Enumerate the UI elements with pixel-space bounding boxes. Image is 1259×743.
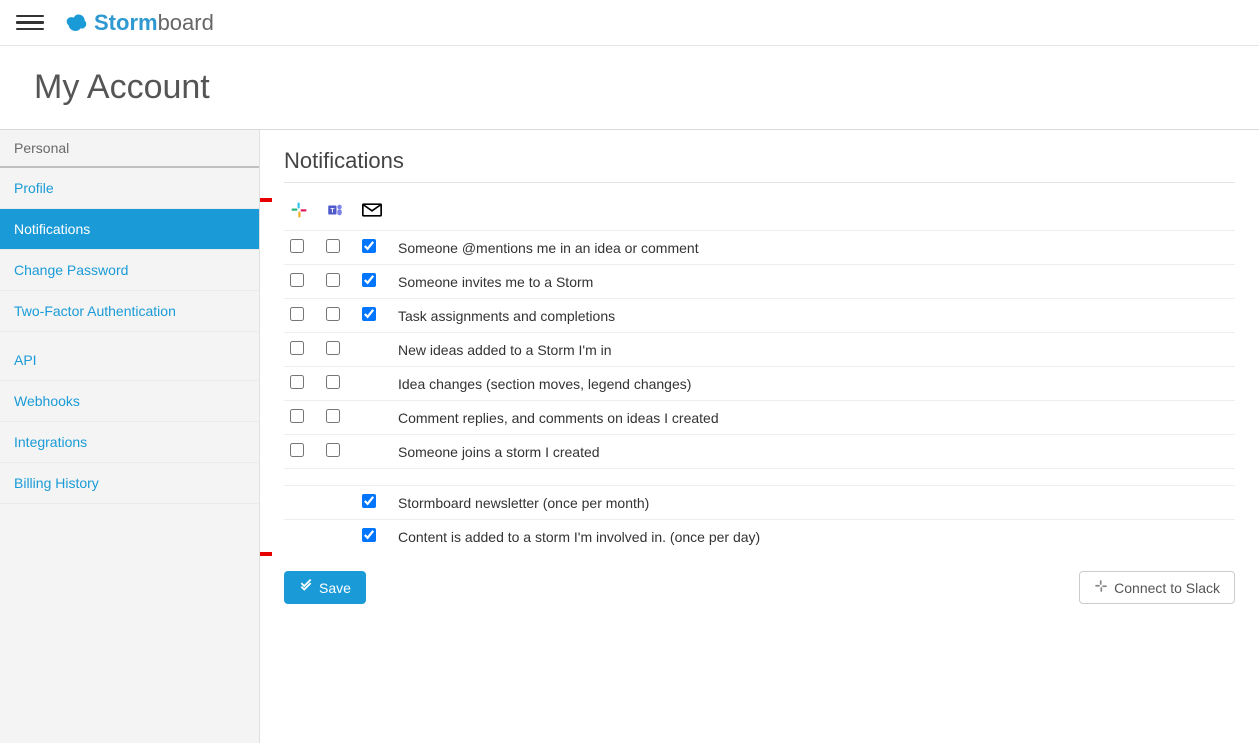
table-row: Someone @mentions me in an idea or comme… [284, 231, 1235, 265]
table-row: Someone joins a storm I created [284, 435, 1235, 469]
connect-slack-label: Connect to Slack [1114, 580, 1220, 596]
sidebar-item-api[interactable]: API [0, 340, 259, 381]
sidebar: Personal Profile Notifications Change Pa… [0, 130, 260, 743]
notification-label: Task assignments and completions [392, 299, 1235, 333]
table-row: Content is added to a storm I'm involved… [284, 520, 1235, 554]
topbar: Stormboard [0, 0, 1259, 46]
main-content: Notifications T [260, 130, 1259, 743]
checkbox-teams[interactable] [326, 341, 340, 355]
sidebar-item-change-password[interactable]: Change Password [0, 250, 259, 291]
checkbox-email[interactable] [362, 307, 376, 321]
checkbox-slack[interactable] [290, 307, 304, 321]
page-header: My Account [0, 46, 1259, 130]
email-icon [362, 203, 382, 220]
checkbox-slack[interactable] [290, 239, 304, 253]
notification-label: Someone joins a storm I created [392, 435, 1235, 469]
logo-mark-icon [62, 10, 88, 36]
brand-text-1: Storm [94, 10, 158, 35]
table-row: New ideas added to a Storm I'm in [284, 333, 1235, 367]
checkbox-teams[interactable] [326, 443, 340, 457]
checkbox-slack[interactable] [290, 341, 304, 355]
sidebar-section-label: Personal [0, 130, 259, 168]
save-button[interactable]: Save [284, 571, 366, 604]
table-row: Task assignments and completions [284, 299, 1235, 333]
slack-icon [290, 201, 308, 222]
table-spacer [284, 469, 1235, 486]
menu-icon[interactable] [16, 9, 44, 37]
brand-text-2: board [158, 10, 214, 35]
connect-slack-button[interactable]: Connect to Slack [1079, 571, 1235, 604]
checkbox-teams[interactable] [326, 375, 340, 389]
checkbox-slack[interactable] [290, 273, 304, 287]
checkbox-email[interactable] [362, 273, 376, 287]
checkbox-email[interactable] [362, 239, 376, 253]
save-button-label: Save [319, 580, 351, 596]
notification-label: Someone @mentions me in an idea or comme… [392, 231, 1235, 265]
sidebar-item-integrations[interactable]: Integrations [0, 422, 259, 463]
notification-label: Idea changes (section moves, legend chan… [392, 367, 1235, 401]
check-icon [299, 579, 313, 596]
notification-label: Content is added to a storm I'm involved… [392, 520, 1235, 554]
checkbox-teams[interactable] [326, 273, 340, 287]
page-title: My Account [34, 68, 210, 107]
notification-label: New ideas added to a Storm I'm in [392, 333, 1235, 367]
sidebar-item-billing[interactable]: Billing History [0, 463, 259, 504]
sidebar-item-webhooks[interactable]: Webhooks [0, 381, 259, 422]
checkbox-email[interactable] [362, 528, 376, 542]
checkbox-email[interactable] [362, 494, 376, 508]
logo[interactable]: Stormboard [62, 10, 214, 36]
checkbox-teams[interactable] [326, 409, 340, 423]
notifications-table: T Someone @mentions me in an idea or com… [284, 193, 1235, 553]
checkbox-teams[interactable] [326, 239, 340, 253]
notification-label: Stormboard newsletter (once per month) [392, 486, 1235, 520]
table-header-row: T [284, 193, 1235, 231]
teams-icon: T [326, 201, 344, 222]
sidebar-item-two-factor[interactable]: Two-Factor Authentication [0, 291, 259, 332]
sidebar-item-notifications[interactable]: Notifications [0, 209, 259, 250]
notification-label: Someone invites me to a Storm [392, 265, 1235, 299]
notification-label: Comment replies, and comments on ideas I… [392, 401, 1235, 435]
table-row: Idea changes (section moves, legend chan… [284, 367, 1235, 401]
table-row: Stormboard newsletter (once per month) [284, 486, 1235, 520]
section-title: Notifications [284, 148, 1235, 183]
checkbox-slack[interactable] [290, 409, 304, 423]
table-row: Someone invites me to a Storm [284, 265, 1235, 299]
action-row: Save Connect to Slack [284, 571, 1235, 604]
table-row: Comment replies, and comments on ideas I… [284, 401, 1235, 435]
checkbox-teams[interactable] [326, 307, 340, 321]
slack-icon [1094, 579, 1108, 596]
annotation-bracket [260, 198, 272, 556]
checkbox-slack[interactable] [290, 375, 304, 389]
checkbox-slack[interactable] [290, 443, 304, 457]
sidebar-item-profile[interactable]: Profile [0, 168, 259, 209]
